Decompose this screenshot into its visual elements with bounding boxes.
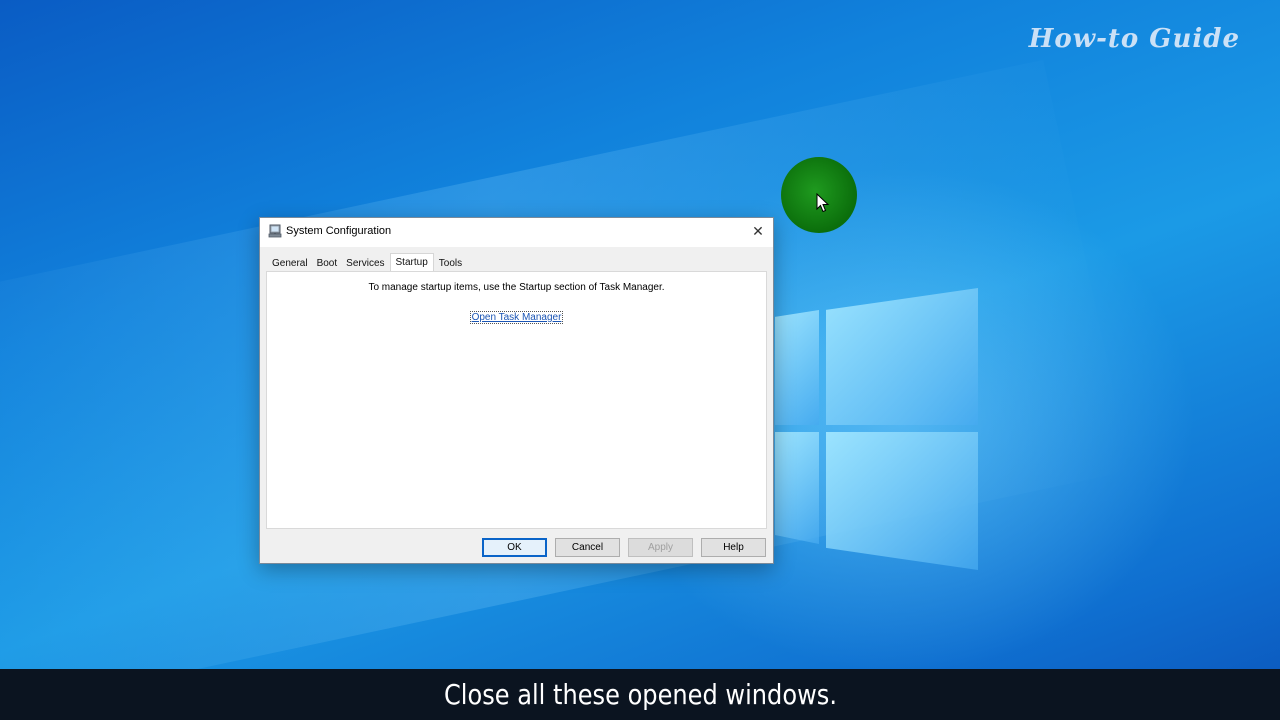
- apply-button[interactable]: Apply: [628, 538, 693, 557]
- windows-logo-pane: [775, 432, 819, 544]
- watermark: How-to Guide: [1028, 24, 1240, 54]
- video-caption: Close all these opened windows.: [443, 678, 837, 711]
- tab-startup[interactable]: Startup: [389, 253, 434, 272]
- windows-logo-pane: [826, 432, 978, 570]
- open-task-manager-link[interactable]: Open Task Manager: [469, 311, 564, 324]
- startup-info-text: To manage startup items, use the Startup…: [368, 282, 665, 293]
- tab-boot[interactable]: Boot: [313, 255, 342, 271]
- caption-bar: Close all these opened windows.: [0, 669, 1280, 720]
- close-button[interactable]: ✕: [743, 218, 773, 244]
- tab-tools[interactable]: Tools: [435, 255, 466, 271]
- cancel-button[interactable]: Cancel: [555, 538, 620, 557]
- tab-strip: General Boot Services Startup Tools: [268, 253, 467, 272]
- ok-button[interactable]: OK: [482, 538, 547, 557]
- close-icon: ✕: [752, 222, 764, 239]
- system-config-icon: [268, 224, 282, 238]
- link-container: Open Task Manager: [267, 311, 766, 324]
- help-button[interactable]: Help: [701, 538, 766, 557]
- tab-general[interactable]: General: [268, 255, 312, 271]
- windows-logo-pane: [775, 310, 819, 425]
- startup-tab-panel: To manage startup items, use the Startup…: [266, 271, 767, 529]
- windows-logo-pane: [826, 288, 978, 425]
- mouse-pointer-icon: [816, 192, 830, 213]
- system-configuration-dialog: System Configuration ✕ General Boot Serv…: [259, 217, 774, 564]
- tab-services[interactable]: Services: [342, 255, 388, 271]
- titlebar[interactable]: System Configuration ✕: [260, 218, 773, 247]
- dialog-title: System Configuration: [286, 225, 392, 237]
